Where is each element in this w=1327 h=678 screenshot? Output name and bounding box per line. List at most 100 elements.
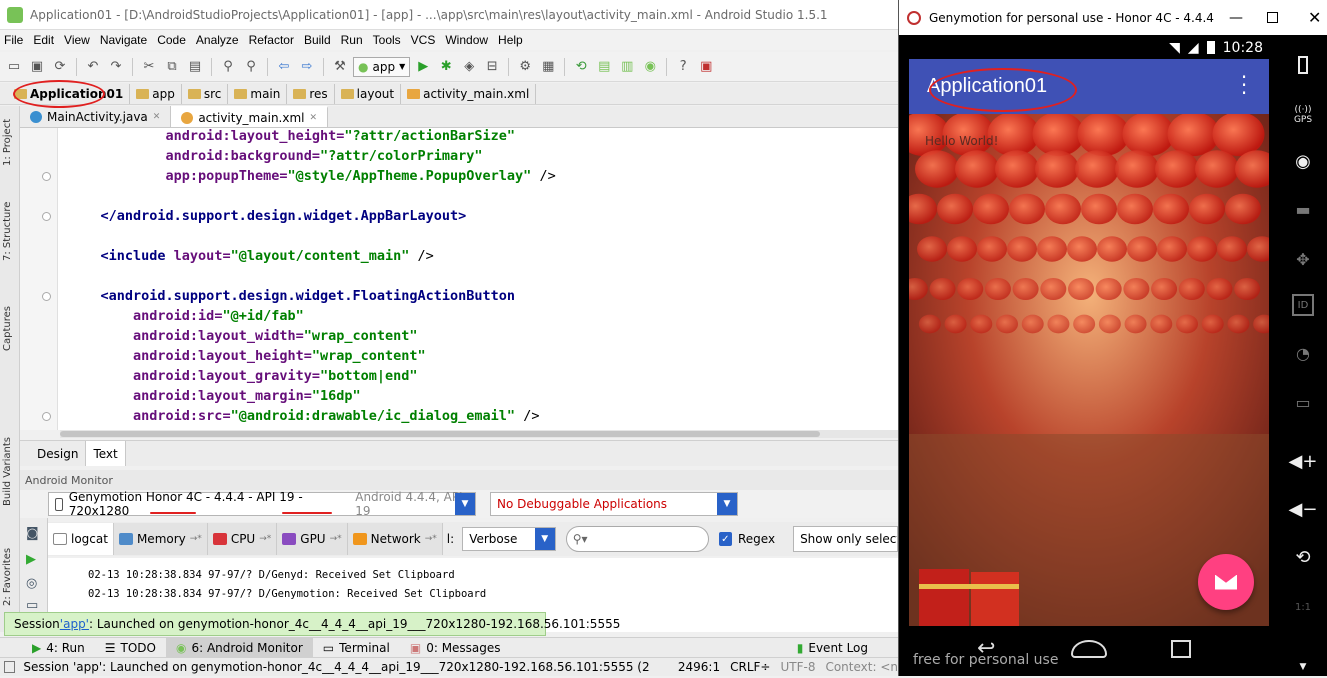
close-tab-icon[interactable]: ✕ (153, 112, 161, 122)
identifiers-widget-icon[interactable]: ID (1292, 294, 1314, 316)
help-icon[interactable]: ? (673, 57, 693, 77)
menu-refactor[interactable]: Refactor (249, 33, 294, 47)
fold-marker-icon[interactable] (42, 212, 51, 221)
find-icon[interactable]: ⚲ (218, 57, 238, 77)
menu-vcs[interactable]: VCS (411, 33, 436, 47)
device-monitor-icon[interactable]: ▥ (617, 57, 637, 77)
app-content[interactable]: Hello World! (909, 114, 1269, 626)
code-editor[interactable]: android:layout_height="?attr/actionBarSi… (20, 128, 898, 430)
pixel-perfect-icon[interactable]: 1:1 (1292, 596, 1314, 618)
menu-navigate[interactable]: Navigate (100, 33, 147, 47)
collapse-icon[interactable]: ▼ (1292, 656, 1314, 678)
save-icon[interactable]: ▣ (27, 57, 47, 77)
undo-icon[interactable]: ↶ (83, 57, 103, 77)
tool-windows-icon[interactable] (4, 661, 16, 673)
tool-tab-android-monitor[interactable]: ◉ 6: Android Monitor (165, 637, 313, 658)
open-folder-icon[interactable]: ▭ (4, 57, 24, 77)
redo-icon[interactable]: ↷ (106, 57, 126, 77)
sync-gradle-icon[interactable]: ⟲ (571, 57, 591, 77)
tab-menu-icon[interactable]: →* (330, 534, 342, 544)
fold-marker-icon[interactable] (42, 292, 51, 301)
breadcrumb-item[interactable]: activity_main.xml (403, 83, 537, 104)
menu-code[interactable]: Code (157, 33, 186, 47)
logcat-filter-select[interactable]: Show only selected (793, 526, 898, 552)
sdk-manager-icon[interactable]: ▦ (538, 57, 558, 77)
breadcrumb-item[interactable]: res (289, 83, 335, 104)
volume-down-icon[interactable]: ◀− (1289, 498, 1318, 520)
tab-design[interactable]: Design (30, 441, 87, 466)
email-fab[interactable] (1198, 554, 1254, 610)
menu-build[interactable]: Build (304, 33, 331, 47)
tool-tab-terminal[interactable]: ▭ Terminal (313, 638, 400, 658)
tab-menu-icon[interactable]: →* (259, 534, 271, 544)
monitor-tab-cpu[interactable]: CPU →* (207, 523, 278, 555)
process-select[interactable]: No Debuggable Applications ▼ (490, 492, 738, 516)
battery-widget-icon[interactable] (1292, 54, 1314, 76)
webcam-widget-icon[interactable]: ◉ (1292, 150, 1314, 172)
tool-tab-event-log[interactable]: ▮ Event Log (787, 638, 878, 658)
menu-window[interactable]: Window (445, 33, 488, 47)
monitor-tab-network[interactable]: Network →* (347, 523, 443, 555)
attach-debugger-icon[interactable]: ◈ (459, 57, 479, 77)
close-tab-icon[interactable]: ✕ (309, 113, 317, 123)
tool-tab-messages[interactable]: ▣ 0: Messages (400, 638, 511, 658)
tab-menu-icon[interactable]: →* (190, 534, 202, 544)
captures-tool-tab[interactable]: Captures (2, 306, 13, 351)
breadcrumb-item[interactable]: app (132, 83, 182, 104)
close-icon[interactable]: ✕ (1308, 8, 1321, 27)
replace-icon[interactable]: ⚲ (241, 57, 261, 77)
device-select[interactable]: Genymotion Honor 4C - 4.4.4 - API 19 - 7… (48, 490, 476, 518)
menu-run[interactable]: Run (341, 33, 363, 47)
recents-nav-icon[interactable] (1171, 640, 1191, 658)
sms-widget-icon[interactable]: ▭ (1292, 391, 1314, 413)
breadcrumb-item[interactable]: main (230, 83, 288, 104)
editor-tab[interactable]: activity_main.xml ✕ (171, 106, 329, 127)
run-icon[interactable]: ▶ (413, 57, 433, 77)
breadcrumb-item[interactable]: layout (337, 83, 402, 104)
editor-tab[interactable]: MainActivity.java ✕ (20, 106, 172, 127)
favorites-tool-tab[interactable]: 2: Favorites (2, 548, 13, 606)
tool-tab-todo[interactable]: ☰ TODO (95, 638, 166, 658)
run-configuration-select[interactable]: ● app ▼ (353, 56, 411, 77)
monitor-tab-gpu[interactable]: GPU →* (277, 523, 348, 555)
genymotion-icon[interactable]: ▣ (696, 57, 716, 77)
tool-tab-run[interactable]: ▶ 4: Run (22, 638, 95, 658)
project-structure-icon[interactable]: ⚙ (515, 57, 535, 77)
session-app-link[interactable]: 'app' (60, 617, 89, 631)
tab-menu-icon[interactable]: →* (425, 534, 437, 544)
project-tool-tab[interactable]: 1: Project (2, 119, 13, 166)
monitor-tab-logcat[interactable]: logcat (48, 523, 114, 555)
network-widget-icon[interactable]: ◔ (1292, 342, 1314, 364)
structure-tool-tab[interactable]: 7: Structure (2, 202, 13, 261)
tab-text[interactable]: Text (86, 441, 126, 466)
regex-checkbox[interactable]: ✓ (718, 532, 732, 546)
monitor-tab-memory[interactable]: Memory →* (113, 523, 208, 555)
system-info-icon[interactable]: ◎ (26, 576, 37, 591)
file-encoding[interactable]: UTF-8 (780, 660, 815, 674)
log-search-input[interactable]: ⚲▾ (565, 526, 709, 552)
menu-file[interactable]: File (4, 33, 23, 47)
fold-marker-icon[interactable] (42, 172, 51, 181)
forward-icon[interactable]: ⇨ (297, 57, 317, 77)
log-level-select[interactable]: Verbose ▼ (462, 527, 556, 551)
home-nav-icon[interactable] (1071, 640, 1107, 658)
copy-icon[interactable]: ⧉ (162, 57, 182, 77)
overflow-menu-icon[interactable]: · · · (1239, 67, 1249, 103)
capture-widget-icon[interactable]: ▬ (1292, 198, 1314, 220)
screen-record-icon[interactable]: ▶ (26, 552, 36, 567)
debug-icon[interactable]: ✱ (436, 57, 456, 77)
rotate-icon[interactable]: ⟲ (1292, 546, 1314, 568)
menu-edit[interactable]: Edit (33, 33, 54, 47)
menu-analyze[interactable]: Analyze (196, 33, 239, 47)
terminate-icon[interactable]: ▭ (26, 598, 38, 613)
avd-manager-icon[interactable]: ▤ (594, 57, 614, 77)
gps-widget-icon[interactable]: ((·)) GPS (1292, 104, 1314, 126)
menu-view[interactable]: View (64, 33, 90, 47)
maximize-icon[interactable] (1267, 12, 1278, 23)
editor-horizontal-scrollbar[interactable] (60, 430, 898, 438)
cut-icon[interactable]: ✂ (139, 57, 159, 77)
paste-icon[interactable]: ▤ (185, 57, 205, 77)
make-project-icon[interactable]: ⚒ (330, 57, 350, 77)
sync-icon[interactable]: ⟳ (50, 57, 70, 77)
android-icon[interactable]: ◉ (640, 57, 660, 77)
